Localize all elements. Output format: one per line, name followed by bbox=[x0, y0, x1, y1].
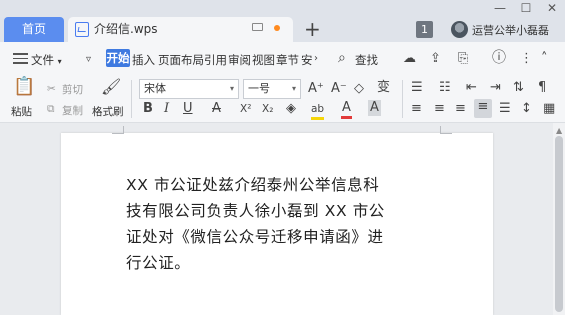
scroll-up-icon[interactable]: ▲ bbox=[556, 126, 562, 135]
justify-icon[interactable]: ≡ bbox=[474, 99, 492, 118]
tab-review[interactable]: 审阅 bbox=[228, 52, 251, 68]
file-menu[interactable]: 文件 ▾ bbox=[31, 52, 62, 68]
divider bbox=[402, 80, 403, 118]
grow-font-button[interactable]: A⁺ bbox=[308, 81, 324, 97]
font-size-value: 一号 bbox=[248, 82, 270, 95]
tab-home[interactable]: 首页 bbox=[4, 17, 64, 42]
align-right-icon[interactable]: ≡ bbox=[455, 101, 466, 117]
align-left-icon[interactable]: ≡ bbox=[411, 101, 422, 117]
format-painter-icon[interactable]: 🖌 bbox=[101, 79, 121, 95]
share-icon[interactable]: ⇪ bbox=[430, 51, 441, 67]
wps-document-icon bbox=[75, 22, 89, 37]
tab-insert[interactable]: 插入 bbox=[132, 52, 155, 68]
bullet-list-icon[interactable]: ☰ bbox=[411, 80, 423, 96]
shading-icon[interactable]: ▦ bbox=[543, 101, 555, 117]
italic-button[interactable]: I bbox=[164, 101, 169, 117]
file-menu-label: 文件 bbox=[31, 53, 54, 67]
document-body[interactable]: XX 市公证处兹介绍泰州公举信息科 技有限公司负责人徐小磊到 XX 市公 证处对… bbox=[126, 172, 436, 276]
underline-button[interactable]: U bbox=[183, 101, 193, 117]
numbered-list-icon[interactable]: ☷ bbox=[439, 80, 451, 96]
font-name-select[interactable]: 宋体 ▾ bbox=[139, 79, 239, 99]
avatar[interactable] bbox=[451, 21, 468, 38]
phonetic-button[interactable]: 变 bbox=[377, 80, 390, 96]
hamburger-icon[interactable] bbox=[13, 53, 28, 67]
text-line: 行公证。 bbox=[126, 254, 191, 272]
char-shading-button[interactable]: A bbox=[368, 100, 381, 116]
scrollbar-thumb[interactable] bbox=[555, 136, 563, 312]
search-icon[interactable]: ⌕ bbox=[338, 50, 346, 66]
user-name[interactable]: 运营公举小磊磊 bbox=[472, 22, 549, 38]
text-line: 证处对《微信公众号迁移申请函》进 bbox=[126, 228, 384, 246]
close-button[interactable]: ✕ bbox=[542, 0, 562, 16]
increase-indent-icon[interactable]: ⇥ bbox=[490, 80, 501, 96]
tab-security[interactable]: 安 bbox=[301, 52, 313, 68]
chevron-down-icon: ▾ bbox=[57, 57, 62, 66]
minimize-button[interactable]: — bbox=[490, 0, 510, 16]
divider bbox=[131, 80, 132, 118]
font-name-value: 宋体 bbox=[144, 82, 166, 95]
distributed-icon[interactable]: ☰ bbox=[499, 101, 511, 117]
font-color-button[interactable]: A bbox=[341, 100, 352, 119]
help-icon[interactable]: ⓘ bbox=[492, 50, 506, 66]
maximize-button[interactable]: ☐ bbox=[516, 0, 536, 16]
show-marks-icon[interactable]: ¶ bbox=[538, 80, 546, 96]
new-tab-button[interactable]: + bbox=[304, 17, 321, 42]
margin-mark bbox=[112, 126, 124, 134]
text-line: XX 市公证处兹介绍泰州公举信息科 bbox=[126, 176, 380, 194]
scissors-icon: ✂ bbox=[47, 83, 56, 95]
chevron-down-icon: ▾ bbox=[291, 84, 296, 93]
cut-button[interactable]: 剪切 bbox=[62, 82, 83, 97]
tab-start[interactable]: 开始 bbox=[106, 49, 130, 67]
highlight-button[interactable]: ab bbox=[311, 101, 325, 120]
line-spacing-icon[interactable]: ↕ bbox=[521, 101, 532, 117]
tab-page-layout[interactable]: 页面布局 bbox=[158, 52, 204, 68]
notification-badge[interactable]: 1 bbox=[416, 21, 433, 38]
tab-references[interactable]: 引用 bbox=[204, 52, 227, 68]
tab-view[interactable]: 视图 bbox=[252, 52, 275, 68]
erase-icon[interactable]: ◈ bbox=[286, 101, 296, 117]
collapse-ribbon-icon[interactable]: ˄ bbox=[541, 51, 548, 67]
monitor-icon[interactable] bbox=[252, 23, 263, 31]
strikethrough-button[interactable]: A bbox=[212, 101, 221, 117]
clipboard-icon[interactable]: 📋 bbox=[13, 78, 35, 96]
shrink-font-button[interactable]: A⁻ bbox=[331, 81, 347, 97]
document-tab-label: 介绍信.wps bbox=[94, 22, 158, 36]
paste-button[interactable]: 粘贴 bbox=[11, 104, 32, 119]
format-painter-button[interactable]: 格式刷 bbox=[92, 104, 124, 119]
subscript-button[interactable]: X₂ bbox=[262, 101, 273, 117]
more-tabs-chevron-icon[interactable]: › bbox=[314, 51, 318, 67]
unsaved-dot-icon bbox=[274, 25, 280, 31]
clear-format-icon[interactable]: ◇ bbox=[354, 81, 364, 97]
find-button[interactable]: 查找 bbox=[355, 52, 378, 68]
sort-icon[interactable]: ⇅ bbox=[513, 80, 524, 96]
more-icon[interactable]: ⋮ bbox=[520, 51, 533, 67]
tab-chapter[interactable]: 章节 bbox=[276, 52, 299, 68]
copy-icon: ⧉ bbox=[47, 103, 55, 115]
superscript-button[interactable]: X² bbox=[240, 101, 251, 117]
cloud-sync-icon[interactable]: ☁ bbox=[403, 51, 416, 67]
font-size-select[interactable]: 一号 ▾ bbox=[243, 79, 301, 99]
align-center-icon[interactable]: ≡ bbox=[434, 101, 445, 117]
collapse-chevron-icon[interactable]: ▿ bbox=[86, 52, 91, 68]
margin-mark bbox=[440, 126, 452, 134]
export-icon[interactable]: ⎘ bbox=[458, 51, 468, 67]
copy-button[interactable]: 复制 bbox=[62, 103, 83, 118]
chevron-down-icon: ▾ bbox=[229, 84, 234, 93]
bold-button[interactable]: B bbox=[143, 101, 153, 117]
decrease-indent-icon[interactable]: ⇤ bbox=[466, 80, 477, 96]
text-line: 技有限公司负责人徐小磊到 XX 市公 bbox=[126, 202, 385, 220]
